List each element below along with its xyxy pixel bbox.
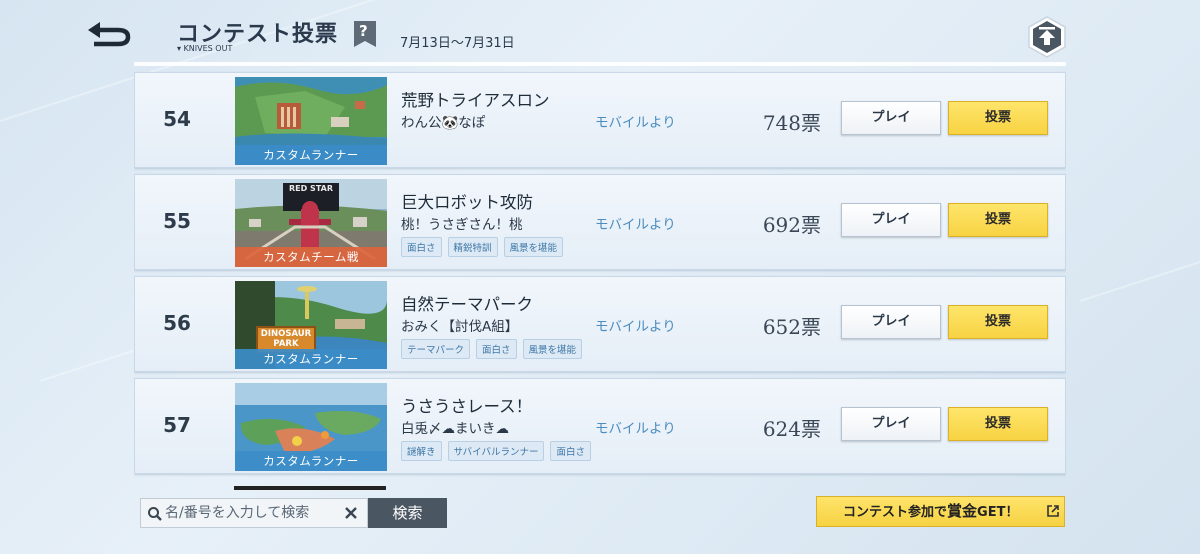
scroll-top-icon — [1028, 16, 1066, 58]
back-button[interactable] — [84, 14, 134, 52]
map-thumbnail[interactable]: DINOSAUR PARK カスタムランナー — [235, 281, 387, 369]
play-button[interactable]: プレイ — [841, 101, 941, 135]
map-source: モバイルより — [595, 115, 676, 131]
tag-list: 面白さ 精鋭特訓 風景を堪能 — [401, 237, 564, 257]
map-name: 巨大ロボット攻防 — [401, 193, 533, 212]
vote-count: 652票 — [762, 315, 821, 339]
tag-list: 謎解き サバイバルランナー 面白さ — [401, 441, 591, 461]
next-row-thumbnail-peek — [234, 486, 386, 490]
rank-number: 56 — [163, 311, 191, 335]
search-button[interactable]: 検索 — [368, 498, 447, 528]
play-button[interactable]: プレイ — [841, 407, 941, 441]
help-button[interactable]: ? — [353, 20, 377, 48]
contest-button-suffix: GET！ — [977, 505, 1019, 520]
contest-button-prefix: コンテスト参加で — [843, 505, 948, 520]
map-thumbnail[interactable]: カスタムランナー — [235, 383, 387, 471]
tag: サバイバルランナー — [447, 441, 545, 461]
map-author: 桃！うさぎさん！桃 — [401, 217, 523, 233]
play-button[interactable]: プレイ — [841, 203, 941, 237]
rank-number: 55 — [163, 209, 191, 233]
vote-button[interactable]: 投票 — [948, 101, 1048, 135]
list-item: 54 カスタムランナー 荒野トライアスロン わん公🐼なぽ モバイルより 748票… — [134, 72, 1066, 168]
map-mode-label: カスタムランナー — [235, 349, 387, 369]
map-name: 自然テーマパーク — [401, 295, 533, 314]
tag: テーマパーク — [401, 339, 471, 359]
list-item: 57 カスタムランナー うさうさレース！ 白兎〆☁まいき☁ 謎解き サバイバルラ… — [134, 378, 1066, 474]
tag: 精鋭特訓 — [447, 237, 498, 257]
map-source: モバイルより — [595, 217, 676, 233]
scroll-top-button[interactable] — [1027, 15, 1067, 59]
page-subtitle: ▾ KNIVES OUT — [177, 44, 233, 53]
back-arrow-icon — [88, 22, 131, 47]
contest-entry-button[interactable]: コンテスト参加で賞金GET！ — [816, 496, 1065, 527]
rank-number: 54 — [163, 107, 191, 131]
tag: 面白さ — [550, 441, 591, 461]
map-author: 白兎〆☁まいき☁ — [401, 421, 509, 437]
tag: 風景を堪能 — [522, 339, 583, 359]
vote-button[interactable]: 投票 — [948, 305, 1048, 339]
map-thumbnail[interactable]: RED STAR カスタムチーム戦 — [235, 179, 387, 267]
external-link-icon — [1047, 505, 1059, 517]
tag: 面白さ — [476, 339, 517, 359]
vote-button[interactable]: 投票 — [948, 407, 1048, 441]
vote-count: 624票 — [762, 417, 821, 441]
list-item: 55 RED STAR カスタムチーム戦 巨大ロボット攻防 桃！うさぎさん！桃 — [134, 174, 1066, 270]
tag: 風景を堪能 — [503, 237, 564, 257]
tag: 面白さ — [401, 237, 442, 257]
contest-button-highlight: 賞金 — [947, 502, 978, 520]
contest-period: 7月13日〜7月31日 — [400, 36, 515, 51]
search-input[interactable] — [165, 499, 341, 527]
rank-number: 57 — [163, 413, 191, 437]
map-author: わん公🐼なぽ — [401, 115, 486, 131]
tag-list: テーマパーク 面白さ 風景を堪能 — [401, 339, 583, 359]
vote-count: 748票 — [762, 111, 821, 135]
search-box — [140, 498, 368, 528]
map-name: うさうさレース！ — [401, 397, 533, 416]
thumbnail-sign-text: DINOSAUR PARK — [260, 329, 312, 349]
play-button[interactable]: プレイ — [841, 305, 941, 339]
thumbnail-sign-text: RED STAR — [289, 184, 333, 193]
map-mode-label: カスタムランナー — [235, 451, 387, 471]
map-source: モバイルより — [595, 319, 676, 335]
map-mode-label: カスタムチーム戦 — [235, 247, 387, 267]
map-author: おみく【討伐A組】 — [401, 319, 519, 335]
map-mode-label: カスタムランナー — [235, 145, 387, 165]
map-thumbnail[interactable]: カスタムランナー — [235, 77, 387, 165]
list-top-edge — [134, 62, 1066, 66]
background-streak — [1080, 238, 1200, 302]
map-name: 荒野トライアスロン — [401, 91, 550, 110]
search-icon — [148, 507, 162, 521]
vote-count: 692票 — [762, 213, 821, 237]
map-source: モバイルより — [595, 421, 676, 437]
list-item: 56 DINOSAUR PARK カスタムランナー 自然テーマパーク おみく【討… — [134, 276, 1066, 372]
help-icon-glyph: ? — [359, 22, 368, 40]
clear-icon[interactable] — [343, 505, 359, 521]
vote-button[interactable]: 投票 — [948, 203, 1048, 237]
contest-list[interactable]: 54 カスタムランナー 荒野トライアスロン わん公🐼なぽ モバイルより 748票… — [134, 62, 1066, 482]
tag: 謎解き — [401, 441, 442, 461]
